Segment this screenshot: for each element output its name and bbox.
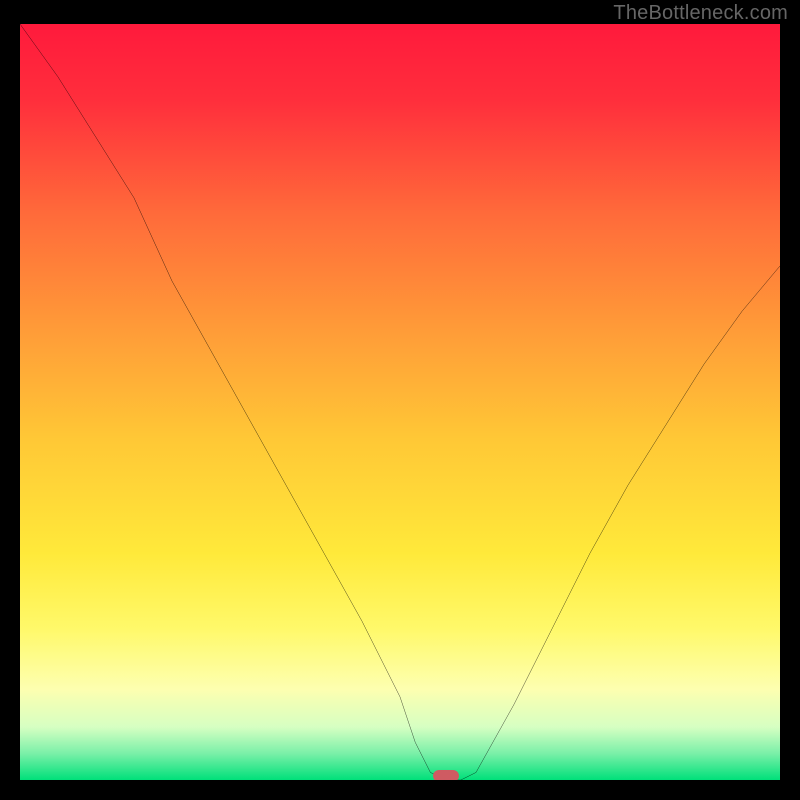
chart-frame: TheBottleneck.com	[0, 0, 800, 800]
bottleneck-curve	[20, 24, 780, 780]
watermark-text: TheBottleneck.com	[613, 2, 788, 25]
plot-area	[20, 24, 780, 780]
minimum-marker	[433, 770, 459, 780]
